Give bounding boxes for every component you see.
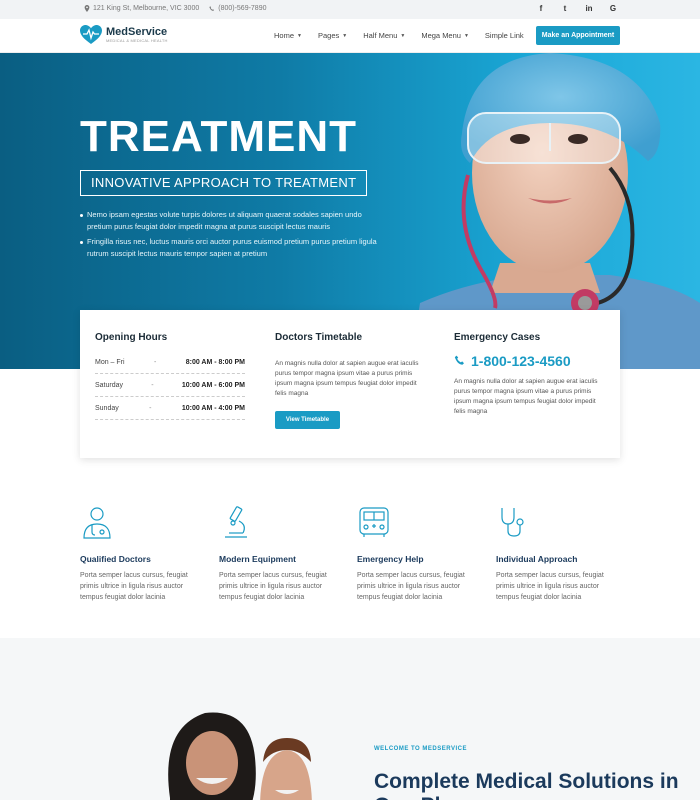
phone-icon xyxy=(209,5,215,11)
facebook-icon[interactable]: f xyxy=(536,4,546,13)
hero-bullet: Nemo ipsam egestas volute turpis dolores… xyxy=(80,209,380,233)
hero-subtitle: INNOVATIVE APPROACH TO TREATMENT xyxy=(80,170,368,196)
timetable-text: An magnis nulla dolor at sapien augue er… xyxy=(275,360,419,397)
brand-tagline: MEDICAL & MEDICAL HEALTH xyxy=(106,38,168,43)
appointment-button[interactable]: Make an Appointment xyxy=(536,26,620,45)
opening-hours-title: Opening Hours xyxy=(95,332,168,343)
emergency-phone[interactable]: 1-800-123-4560 xyxy=(454,353,604,369)
emergency-phone-number: 1-800-123-4560 xyxy=(471,353,571,369)
linkedin-icon[interactable]: in xyxy=(584,4,594,13)
nav-home[interactable]: Home ▼ xyxy=(274,31,302,40)
stethoscope-icon xyxy=(501,508,524,537)
timetable-panel: Doctors Timetable An magnis nulla dolor … xyxy=(275,332,425,429)
heart-pulse-icon xyxy=(80,25,102,44)
logo[interactable]: MedService MEDICAL & MEDICAL HEALTH xyxy=(80,25,168,45)
feature-item: Individual Approach Porta semper lacus c… xyxy=(496,505,620,603)
feature-item: Modern Equipment Porta semper lacus curs… xyxy=(219,505,343,603)
hours-row: Mon – Fri - 8:00 AM - 8:00 PM xyxy=(95,359,245,374)
hours-time: 10:00 AM - 6:00 PM xyxy=(181,382,245,389)
feature-title: Qualified Doctors xyxy=(80,554,151,564)
ambulance-icon xyxy=(359,507,389,537)
google-icon[interactable]: G xyxy=(608,4,618,13)
contact-info: 121 King St, Melbourne, VIC 3000 (800)-5… xyxy=(84,5,267,12)
nav-mega-menu[interactable]: Mega Menu ▼ xyxy=(421,31,469,40)
feature-item: Qualified Doctors Porta semper lacus cur… xyxy=(80,505,204,603)
feature-text: Porta semper lacus cursus, feugiat primi… xyxy=(80,572,188,601)
hours-separator: - xyxy=(149,405,152,412)
hours-time: 10:00 AM - 4:00 PM xyxy=(181,405,245,412)
feature-text: Porta semper lacus cursus, feugiat primi… xyxy=(496,572,604,601)
nav-pages[interactable]: Pages ▼ xyxy=(318,31,347,40)
feature-title: Emergency Help xyxy=(357,554,424,564)
hours-row: Sunday - 10:00 AM - 4:00 PM xyxy=(95,405,245,420)
feature-item: Emergency Help Porta semper lacus cursus… xyxy=(357,505,481,603)
main-nav: Home ▼ Pages ▼ Half Menu ▼ Mega Menu ▼ Simpl… xyxy=(274,31,540,40)
hours-row: Saturday - 10:00 AM - 6:00 PM xyxy=(95,382,245,397)
nav-half-menu-label: Half Menu xyxy=(363,31,398,40)
emergency-panel: Emergency Cases 1-800-123-4560 An magnis… xyxy=(454,332,604,417)
hours-time: 8:00 AM - 8:00 PM xyxy=(185,359,245,366)
hours-day: Mon – Fri xyxy=(95,359,125,366)
feature-title: Modern Equipment xyxy=(219,554,296,564)
hero-bullets: Nemo ipsam egestas volute turpis dolores… xyxy=(80,209,380,263)
info-card: Opening Hours Mon – Fri - 8:00 AM - 8:00… xyxy=(80,310,620,458)
map-pin-icon xyxy=(84,5,90,12)
phone-item[interactable]: (800)-569-7890 xyxy=(209,5,267,12)
section-kicker: WELCOME TO MEDSERVICE xyxy=(374,746,467,752)
nav-mega-menu-label: Mega Menu xyxy=(421,31,461,40)
doctor-icon xyxy=(83,507,111,539)
chevron-down-icon: ▼ xyxy=(463,32,469,39)
microscope-icon xyxy=(225,506,247,538)
chevron-down-icon: ▼ xyxy=(342,32,348,39)
feature-text: Porta semper lacus cursus, feugiat primi… xyxy=(219,572,327,601)
hours-day: Saturday xyxy=(95,382,124,389)
hero-title: TREATMENT xyxy=(80,112,358,161)
twitter-icon[interactable]: t xyxy=(560,4,570,13)
about-section: WELCOME TO MEDSERVICE Complete Medical S… xyxy=(0,638,700,800)
address-text: 121 King St, Melbourne, VIC 3000 xyxy=(93,5,200,12)
phone-text: (800)-569-7890 xyxy=(218,5,267,12)
hero-bullet: Fringilla risus nec, luctus mauris orci … xyxy=(80,236,380,260)
nav-simple-link-label: Simple Link xyxy=(484,31,524,40)
nav-half-menu[interactable]: Half Menu ▼ xyxy=(363,31,405,40)
doctors-photo xyxy=(168,712,312,800)
hours-separator: - xyxy=(153,359,157,366)
features-row: Qualified Doctors Porta semper lacus cur… xyxy=(80,505,620,605)
nav-pages-label: Pages xyxy=(317,31,340,40)
emergency-text: An magnis nulla dolor at sapien augue er… xyxy=(454,378,598,415)
hours-day: Sunday xyxy=(95,405,119,412)
emergency-title: Emergency Cases xyxy=(454,332,541,343)
top-bar: 121 King St, Melbourne, VIC 3000 (800)-5… xyxy=(0,0,700,19)
hours-separator: - xyxy=(151,382,154,389)
timetable-title: Doctors Timetable xyxy=(275,332,363,343)
section-heading: Complete Medical Solutions in One Place xyxy=(374,770,679,800)
view-timetable-button[interactable]: View Timetable xyxy=(275,411,340,429)
nav-simple-link[interactable]: Simple Link xyxy=(485,31,524,40)
brand-name: MedService xyxy=(106,26,168,38)
social-links: f t in G xyxy=(536,4,618,13)
chevron-down-icon: ▼ xyxy=(297,32,302,39)
nav-home-label: Home xyxy=(274,31,295,40)
chevron-down-icon: ▼ xyxy=(400,32,406,39)
phone-icon xyxy=(454,355,464,365)
site-header: MedService MEDICAL & MEDICAL HEALTH Home… xyxy=(0,19,700,53)
feature-title: Individual Approach xyxy=(496,554,578,564)
address-item: 121 King St, Melbourne, VIC 3000 xyxy=(84,5,199,12)
feature-text: Porta semper lacus cursus, feugiat primi… xyxy=(357,572,465,601)
opening-hours-panel: Opening Hours Mon – Fri - 8:00 AM - 8:00… xyxy=(95,332,245,428)
